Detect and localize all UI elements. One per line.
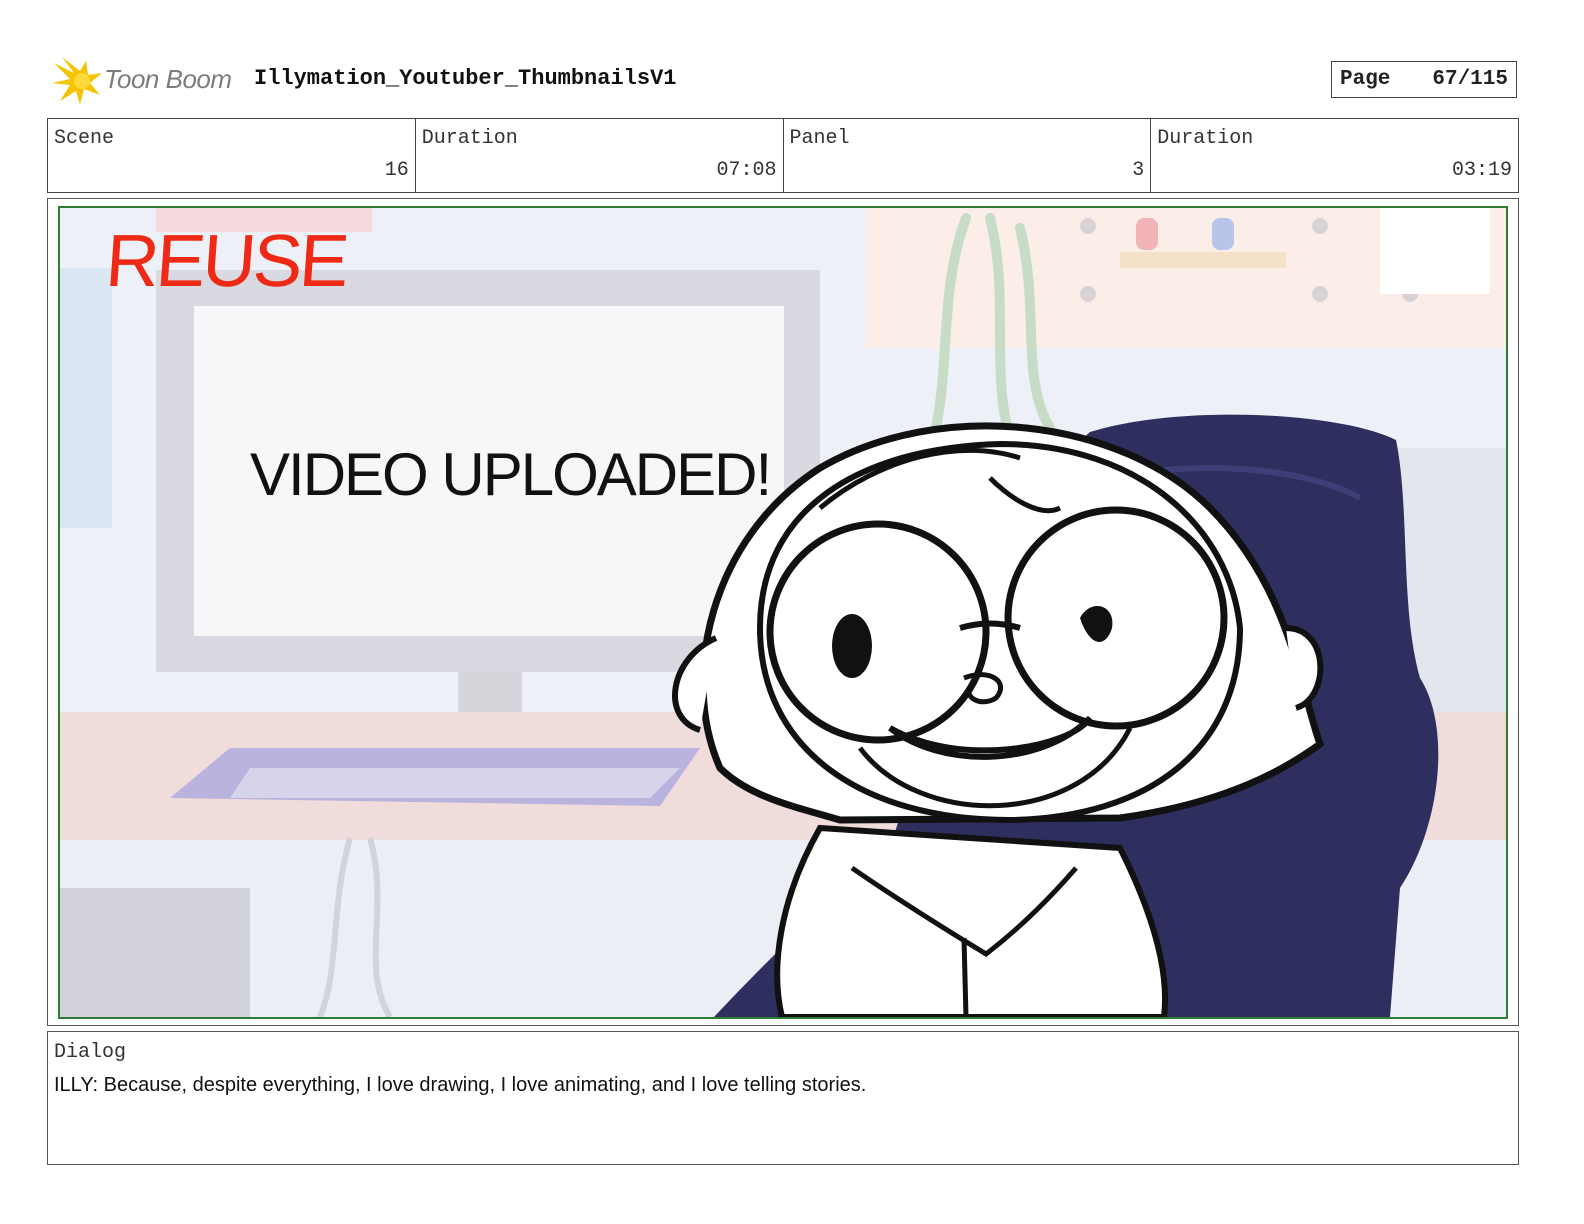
project-title: Illymation_Youtuber_ThumbnailsV1 xyxy=(254,66,677,91)
starburst-icon xyxy=(52,57,102,105)
panel-drawing xyxy=(60,208,1506,1017)
dialog-text: ILLY: Because, despite everything, I lov… xyxy=(54,1074,867,1096)
scene-label: Scene xyxy=(54,127,115,150)
page-indicator: Page 67/115 xyxy=(1331,61,1517,98)
dialog-box: Dialog ILLY: Because, despite everything… xyxy=(47,1031,1519,1165)
logo-text: Toon Boom xyxy=(104,64,232,94)
info-row: Scene 16 Duration 07:08 Panel 3 Duration… xyxy=(47,118,1519,193)
scene-cell: Scene 16 xyxy=(48,119,415,192)
page-value: 67/115 xyxy=(1432,68,1508,91)
storyboard-panel-image xyxy=(58,206,1508,1019)
screen-text: VIDEO UPLOADED! xyxy=(250,441,772,508)
page-label: Page xyxy=(1340,68,1391,91)
dialog-label: Dialog xyxy=(54,1041,127,1064)
scene-value: 16 xyxy=(384,159,409,182)
panel-duration-label: Duration xyxy=(1157,127,1254,150)
panel-value: 3 xyxy=(1132,159,1145,182)
scene-duration-label: Duration xyxy=(421,127,518,150)
scene-duration-cell: Duration 07:08 xyxy=(414,119,783,192)
reuse-annotation: REUSE xyxy=(103,219,349,302)
panel-duration-cell: Duration 03:19 xyxy=(1150,119,1518,192)
panel-label: Panel xyxy=(789,127,850,150)
panel-cell: Panel 3 xyxy=(782,119,1151,192)
scene-duration-value: 07:08 xyxy=(716,159,777,182)
panel-duration-value: 03:19 xyxy=(1451,159,1512,182)
